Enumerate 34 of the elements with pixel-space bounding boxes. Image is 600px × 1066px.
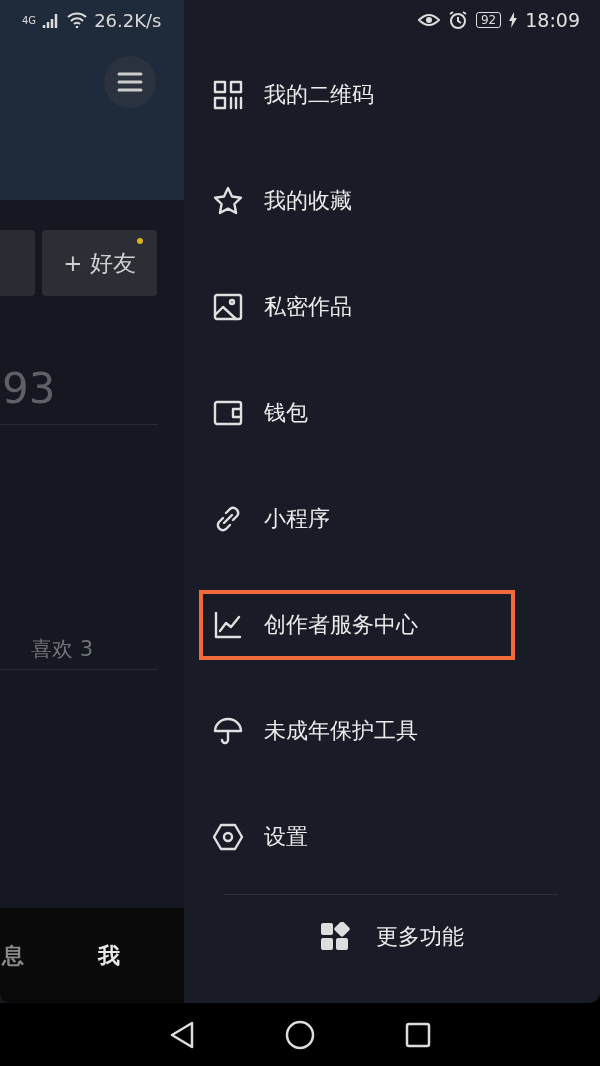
tab-item[interactable]: 我 — [98, 940, 120, 971]
network-speed: 26.2K/s — [94, 9, 162, 31]
likes-tab[interactable]: 喜欢 3 — [31, 635, 184, 669]
home-icon[interactable] — [285, 1019, 315, 1050]
grid-icon — [320, 922, 350, 952]
chart-icon — [212, 609, 244, 641]
back-icon[interactable] — [169, 1020, 195, 1049]
menu-item[interactable]: 未成年保护工具 — [199, 696, 515, 766]
add-friend-button[interactable]: + 好友 — [42, 230, 157, 296]
count-text: 93 — [2, 364, 57, 415]
clock-time: 18:09 — [525, 9, 580, 31]
alarm-icon — [447, 10, 468, 30]
menu-item[interactable]: 钱包 — [199, 378, 515, 448]
battery-level: 92 — [475, 12, 502, 28]
wifi-icon — [66, 12, 89, 28]
eye-icon — [417, 12, 440, 28]
more-features-button[interactable]: 更多功能 — [314, 921, 470, 953]
menu-button[interactable] — [104, 56, 156, 108]
menu-item[interactable]: 小程序 — [199, 484, 515, 554]
recent-apps-icon[interactable] — [405, 1021, 431, 1048]
menu-item[interactable]: 设置 — [199, 802, 515, 872]
charging-icon — [509, 12, 518, 28]
menu-item[interactable]: 我的收藏 — [199, 166, 515, 236]
menu-item[interactable]: 私密作品 — [199, 272, 515, 342]
star-icon — [212, 185, 244, 217]
tab-item[interactable]: 息 — [2, 940, 24, 971]
network-type: 4G — [22, 14, 37, 26]
menu-item[interactable]: 创作者服务中心 — [199, 590, 515, 660]
umbrella-icon — [212, 715, 244, 747]
qr-code-icon — [212, 79, 244, 111]
image-icon — [212, 291, 244, 323]
settings-icon — [212, 821, 244, 853]
menu-item[interactable]: 我的二维码 — [199, 60, 515, 130]
menu-icon — [117, 72, 143, 92]
